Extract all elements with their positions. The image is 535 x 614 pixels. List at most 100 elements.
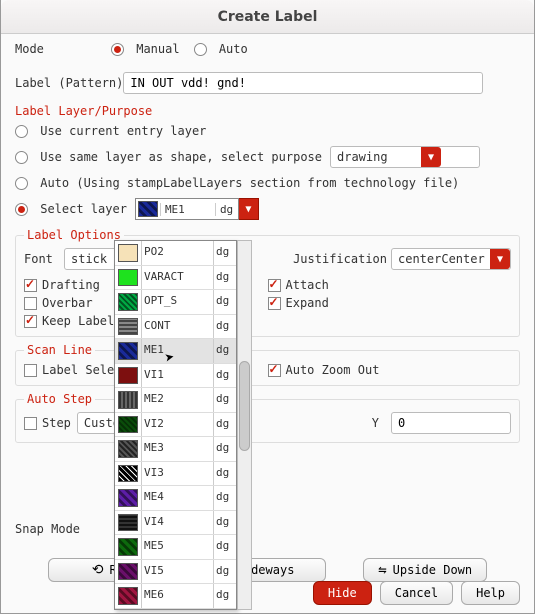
expand-check[interactable]: Expand <box>268 296 329 310</box>
autozoom-text: Auto Zoom Out <box>286 363 380 377</box>
upsidedown-text: Upside Down <box>393 563 472 577</box>
drafting-check[interactable]: Drafting <box>24 278 100 292</box>
layer-option-cont[interactable]: CONTdg <box>115 315 236 340</box>
layer-option-vi1[interactable]: VI1dg <box>115 364 236 389</box>
layer-purpose: dg <box>214 315 236 339</box>
layer-dropdown[interactable]: PO2dgVARACTdgOPT_SdgCONTdgME1dgVI1dgME2d… <box>114 240 237 610</box>
layer-swatch-icon <box>118 318 138 336</box>
layer-option-vi3[interactable]: VI3dg <box>115 462 236 487</box>
window-title: Create Label <box>1 0 534 34</box>
layer-name: ME6 <box>141 584 214 608</box>
layer-chip-name: ME1 <box>160 203 216 216</box>
layer-purpose: dg <box>214 290 236 314</box>
layer-opt-auto-text: Auto (Using stampLabelLayers section fro… <box>40 176 459 190</box>
chevron-down-icon[interactable]: ▼ <box>490 249 510 269</box>
layer-purpose: dg <box>214 584 236 608</box>
layer-name: ME3 <box>141 437 214 461</box>
mode-auto-text: Auto <box>219 42 248 56</box>
label-options-title: Label Options <box>24 228 124 242</box>
autozoom-check[interactable]: Auto Zoom Out <box>268 363 380 377</box>
layer-purpose: dg <box>214 364 236 388</box>
overbar-text: Overbar <box>42 296 93 310</box>
layer-purpose: dg <box>214 413 236 437</box>
layer-purpose: dg <box>214 462 236 486</box>
overbar-check[interactable]: Overbar <box>24 296 93 310</box>
justification-value: centerCenter <box>392 249 490 269</box>
layer-purpose: dg <box>214 339 236 363</box>
layer-opt-select[interactable]: Select layer <box>15 202 127 216</box>
keeplabel-text: Keep Label <box>42 314 114 328</box>
layer-option-vi5[interactable]: VI5dg <box>115 560 236 585</box>
layer-chip-purpose: dg <box>216 203 238 216</box>
layer-purpose: dg <box>214 511 236 535</box>
layer-swatch-icon <box>118 440 138 458</box>
layer-option-me1[interactable]: ME1dg <box>115 339 236 364</box>
label-pattern-label: Label (Pattern) <box>15 76 123 90</box>
y-label: Y <box>372 416 379 430</box>
upsidedown-button[interactable]: ⇋ Upside Down <box>363 558 487 582</box>
layer-swatch-icon <box>118 269 138 287</box>
layer-swatch-icon <box>118 367 138 385</box>
layer-option-me5[interactable]: ME5dg <box>115 535 236 560</box>
layer-opt-current[interactable]: Use current entry layer <box>15 124 206 138</box>
layer-opt-same[interactable]: Use same layer as shape, select purpose <box>15 150 322 164</box>
layer-select[interactable]: ME1 dg ▼ <box>135 198 259 220</box>
layer-name: VI5 <box>141 560 214 584</box>
font-label: Font <box>24 252 64 266</box>
mode-manual-text: Manual <box>136 42 179 56</box>
layer-option-po2[interactable]: PO2dg <box>115 241 236 266</box>
layer-swatch-icon <box>118 514 138 532</box>
attach-check[interactable]: Attach <box>268 278 329 292</box>
layer-option-me3[interactable]: ME3dg <box>115 437 236 462</box>
step-text: Step <box>42 416 71 430</box>
mode-manual-radio[interactable]: Manual <box>111 42 180 56</box>
layer-name: VI3 <box>141 462 214 486</box>
step-check[interactable]: Step <box>24 416 71 430</box>
autostep-group: Auto Step Step Custom ▾ Y <box>15 392 520 443</box>
y-input[interactable] <box>391 412 511 434</box>
label-pattern-input[interactable] <box>123 72 483 94</box>
layer-opt-auto[interactable]: Auto (Using stampLabelLayers section fro… <box>15 176 459 190</box>
purpose-value: drawing <box>331 147 421 167</box>
mode-auto-radio[interactable]: Auto <box>194 42 248 56</box>
layer-dropdown-scrollbar[interactable] <box>237 240 252 610</box>
layer-swatch-icon <box>118 244 138 262</box>
attach-text: Attach <box>286 278 329 292</box>
layer-swatch-icon <box>118 465 138 483</box>
hide-button[interactable]: Hide <box>313 581 372 605</box>
layer-option-opt_s[interactable]: OPT_Sdg <box>115 290 236 315</box>
chevron-down-icon[interactable]: ▼ <box>421 147 441 167</box>
layer-opt-current-text: Use current entry layer <box>40 124 206 138</box>
snapmode-label: Snap Mode <box>15 522 80 536</box>
layer-option-me4[interactable]: ME4dg <box>115 486 236 511</box>
layer-opt-same-text: Use same layer as shape, select purpose <box>40 150 322 164</box>
layer-name: PO2 <box>141 241 214 265</box>
layer-section-title: Label Layer/Purpose <box>15 104 520 118</box>
keeplabel-check[interactable]: Keep Label <box>24 314 114 328</box>
autostep-title: Auto Step <box>24 392 95 406</box>
layer-name: OPT_S <box>141 290 214 314</box>
scanline-group: Scan Line Label Selected Auto Zoom Out <box>15 343 520 386</box>
layer-swatch-icon <box>118 489 138 507</box>
layer-swatch-icon <box>118 342 138 360</box>
layer-purpose: dg <box>214 560 236 584</box>
layer-option-varact[interactable]: VARACTdg <box>115 266 236 291</box>
justification-select[interactable]: centerCenter ▼ <box>391 248 511 270</box>
layer-swatch-icon <box>118 538 138 556</box>
layer-option-me2[interactable]: ME2dg <box>115 388 236 413</box>
layer-option-vi4[interactable]: VI4dg <box>115 511 236 536</box>
layer-option-vi2[interactable]: VI2dg <box>115 413 236 438</box>
layer-swatch-icon <box>118 587 138 605</box>
help-button[interactable]: Help <box>461 581 520 605</box>
chevron-down-icon[interactable]: ▼ <box>239 198 259 220</box>
layer-name: VI2 <box>141 413 214 437</box>
purpose-select[interactable]: drawing ▼ <box>330 146 480 168</box>
layer-name: ME2 <box>141 388 214 412</box>
scanline-title: Scan Line <box>24 343 95 357</box>
layer-name: ME5 <box>141 535 214 559</box>
layer-swatch-icon <box>118 563 138 581</box>
layer-option-me6[interactable]: ME6dg <box>115 584 236 609</box>
cancel-button[interactable]: Cancel <box>380 581 453 605</box>
scrollbar-thumb[interactable] <box>239 361 250 451</box>
layer-name: ME1 <box>141 339 214 363</box>
